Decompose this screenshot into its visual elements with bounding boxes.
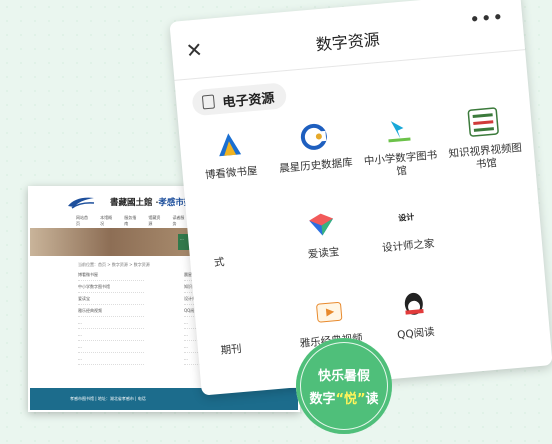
resource-label: 博看微书屋 xyxy=(204,164,258,182)
zhishishijie-logo-icon xyxy=(464,104,501,141)
resource-label: 爱读宝 xyxy=(307,246,340,261)
phone-digital-resources-panel: ✕ 数字资源 ••• 电子资源 博看微书屋 晨星历史数据库 中小学数字图书馆 知… xyxy=(169,0,552,396)
qq-reading-icon xyxy=(395,286,432,323)
resource-item-qq-reading[interactable]: QQ阅读 xyxy=(370,284,461,369)
nav-item[interactable]: 网站首页 xyxy=(76,215,90,227)
bokan-logo-icon xyxy=(210,126,247,163)
resource-item-partial[interactable]: 式 xyxy=(193,211,284,296)
nav-item[interactable]: 馆藏资源 xyxy=(148,215,162,227)
resource-item-zhongxiaoxue[interactable]: 中小学数字图书馆 xyxy=(354,109,445,194)
list-item[interactable]: 中小学数字图书馆 xyxy=(78,284,144,293)
resource-item-aidubao[interactable]: 爱读宝 xyxy=(277,204,368,289)
list-item[interactable]: ... xyxy=(78,344,144,353)
section-chip[interactable]: 电子资源 xyxy=(191,82,288,117)
aidubao-logo-icon xyxy=(303,206,340,243)
nav-item[interactable]: 读者服务 xyxy=(172,215,186,227)
resource-item-empty xyxy=(447,189,538,274)
website-footer: 孝感市图书馆 | 地址：湖北省孝感市 | 电话 xyxy=(30,388,298,410)
list-item[interactable]: ... xyxy=(78,356,144,365)
nav-item[interactable]: 服务指南 xyxy=(124,215,138,227)
resource-label: 设计师之家 xyxy=(381,237,435,255)
list-item[interactable]: ... xyxy=(78,320,144,329)
summer-reading-badge: 快乐暑假 数字“悦”读 xyxy=(296,338,392,434)
svg-text:设计: 设计 xyxy=(397,212,414,223)
list-item[interactable]: 博看微书屋 xyxy=(78,272,144,281)
resource-item-shejishi[interactable]: 设计 设计师之家 xyxy=(362,197,453,282)
more-options-icon[interactable]: ••• xyxy=(469,7,506,31)
resource-item-chenxing[interactable]: 晨星历史数据库 xyxy=(270,116,361,201)
shejishi-logo-icon: 设计 xyxy=(387,199,424,236)
resource-item-zhishishijie[interactable]: 知识视界视频图书馆 xyxy=(439,101,530,186)
resource-label: 知识视界视频图书馆 xyxy=(448,141,523,171)
yale-logo-icon xyxy=(310,294,347,331)
section-label: 电子资源 xyxy=(221,90,276,111)
library-logo-icon xyxy=(68,197,95,209)
list-item[interactable]: ... xyxy=(78,332,144,341)
resource-label: 中小学数字图书馆 xyxy=(363,149,438,178)
resource-label: 式 xyxy=(213,256,225,270)
resource-item-partial-journal[interactable]: 期刊 xyxy=(200,299,291,384)
document-icon xyxy=(201,94,216,110)
badge-line1: 快乐暑假 xyxy=(317,369,370,384)
resource-label: 期刊 xyxy=(220,343,243,357)
resource-label: 晨星历史数据库 xyxy=(278,156,354,176)
resource-label: QQ阅读 xyxy=(396,326,436,342)
nav-item[interactable]: 本馆概况 xyxy=(100,215,114,227)
badge-line2: 数字“悦”读 xyxy=(309,392,379,407)
chenxing-logo-icon xyxy=(295,119,332,156)
resource-grid: 博看微书屋 晨星历史数据库 中小学数字图书馆 知识视界视频图书馆 式 爱读宝 设… xyxy=(185,101,546,384)
list-item[interactable]: 雅乐经典视频 xyxy=(78,308,144,317)
resource-item-bokan[interactable]: 博看微书屋 xyxy=(185,124,276,209)
zhongxiaoxue-logo-icon xyxy=(380,111,417,148)
list-item[interactable]: 爱读宝 xyxy=(78,296,144,305)
